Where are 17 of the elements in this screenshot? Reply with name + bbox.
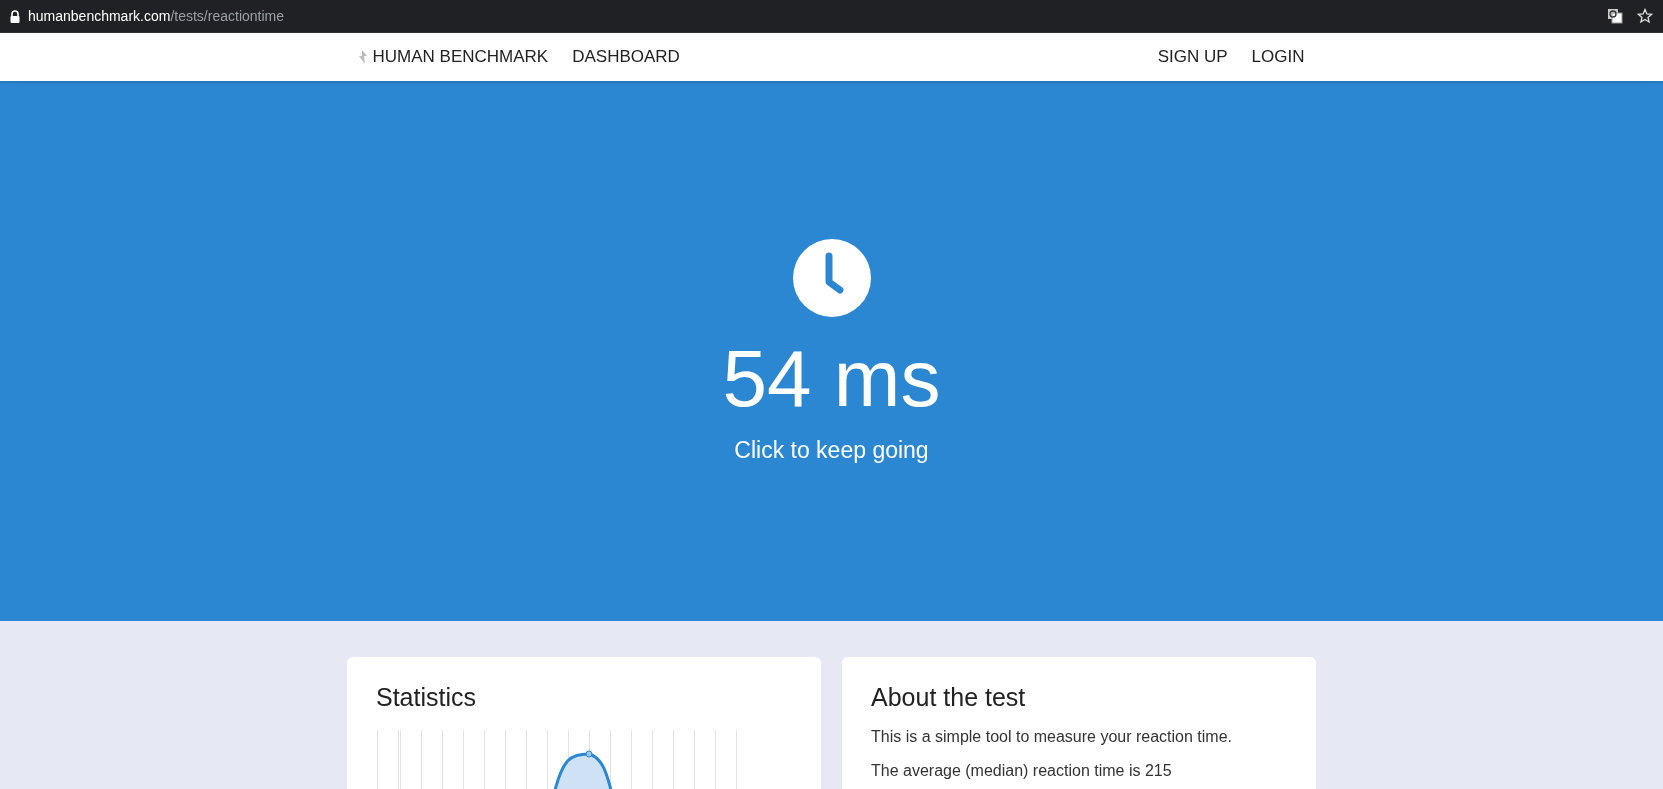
distribution-curve — [553, 750, 613, 789]
lock-icon — [10, 9, 20, 23]
paragraph: The average (median) reaction time is 215 — [871, 762, 1173, 780]
clock-icon — [792, 238, 871, 317]
result-time: 54 ms — [722, 338, 941, 419]
star-icon[interactable] — [1637, 8, 1653, 24]
card-title: Statistics — [376, 683, 478, 712]
account-link[interactable]: SIGN UP — [1157, 47, 1228, 67]
paragraph: This is a simple tool to measure your reaction time. — [871, 728, 1234, 746]
translate-icon[interactable] — [1607, 8, 1623, 24]
card-title: About the test — [871, 683, 1027, 712]
address-field[interactable]: humanbenchmark.com/tests/reactiontime — [28, 8, 284, 24]
bolt-icon — [358, 50, 367, 64]
reaction-test-area[interactable]: 54 ms Click to keep going — [0, 81, 1663, 621]
continue-prompt: Click to keep going — [734, 436, 929, 464]
nav-link[interactable]: DASHBOARD — [572, 47, 680, 67]
account-link[interactable]: LOGIN — [1251, 47, 1305, 67]
